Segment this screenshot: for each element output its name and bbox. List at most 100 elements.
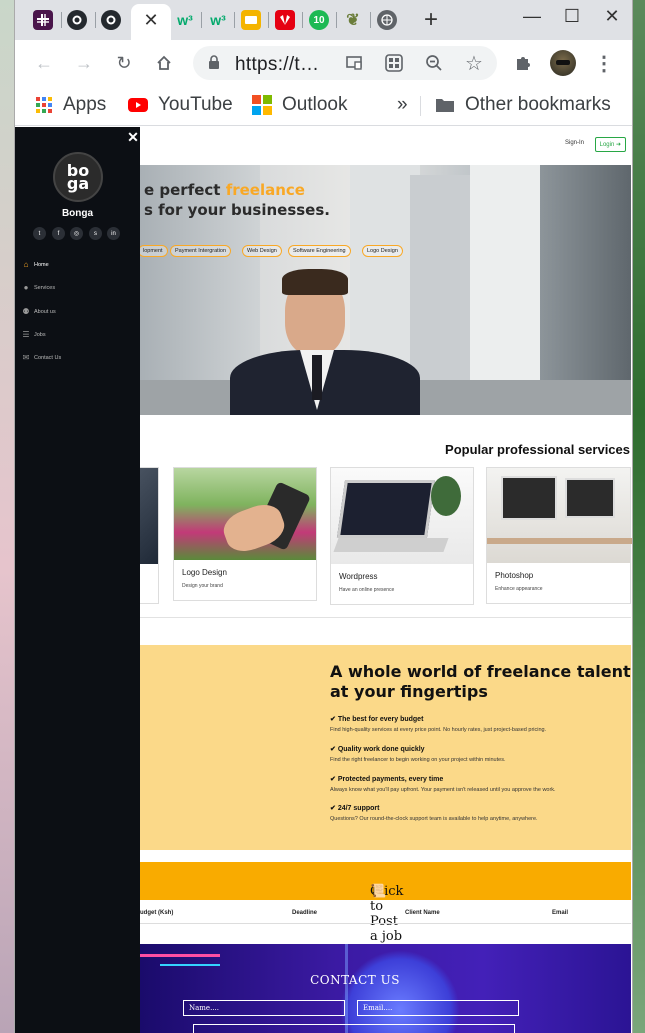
tab-w3schools-1[interactable]: w³ [171, 6, 199, 34]
arrow-left-icon: ← [35, 52, 53, 73]
tab-strip: ✕ w³ w³ 10 ❦ + — ☐ ✕ [15, 0, 632, 40]
service-card-subtitle: Have an online presence [339, 587, 395, 593]
service-card[interactable]: Photoshop Enhance appearance [486, 467, 632, 604]
bookmark-youtube[interactable]: YouTube [128, 92, 233, 118]
extensions-button[interactable] [510, 50, 536, 76]
cast-button[interactable] [341, 50, 367, 76]
contact-section: CONTACT US Name.... Email.... [140, 944, 631, 1033]
address-bar[interactable]: https://t… ☆ [193, 46, 497, 80]
browser-toolbar: ← → ↻ https://t… ☆ ⋮ [15, 40, 632, 86]
microsoft-icon [252, 95, 272, 115]
sidebar-item-contact[interactable]: ✉ Contact Us [21, 353, 62, 362]
chevron-double-right-icon: » [397, 94, 408, 115]
service-card-subtitle: Enhance appearance [495, 586, 543, 592]
w3schools-icon: w³ [177, 12, 193, 28]
sidebar-item-services[interactable]: ● Services [21, 283, 56, 292]
hero-tag[interactable]: lopment [140, 245, 168, 257]
facebook-icon[interactable]: f [52, 227, 65, 240]
service-card[interactable]: Logo Design Design your brand [173, 467, 317, 601]
service-card[interactable]: Wordpress Have an online presence [330, 467, 474, 605]
feature-item: ✔ The best for every budget Find high-qu… [330, 715, 620, 733]
bookmark-outlook[interactable]: Outlook [252, 92, 347, 118]
check-icon: ✔ [330, 746, 336, 753]
maximize-button[interactable]: ☐ [557, 6, 587, 27]
user-icon: ● [23, 283, 29, 292]
new-tab-button[interactable]: + [417, 6, 445, 34]
scroll-icon: 📜 [370, 884, 387, 899]
tab-close-button[interactable]: ✕ [137, 6, 165, 34]
reload-icon: ↻ [116, 52, 132, 73]
avatar [550, 50, 576, 76]
url-text: https://t… [235, 54, 320, 75]
feature-item: ✔ Quality work done quickly Find the rig… [330, 745, 620, 763]
tab-w3schools-2[interactable]: w³ [204, 6, 232, 34]
tab-ten[interactable]: 10 [305, 6, 333, 34]
tab-slack[interactable] [29, 6, 57, 34]
contact-title: CONTACT US [310, 973, 400, 987]
tab-slides[interactable] [237, 6, 265, 34]
email-input[interactable]: Email.... [357, 1000, 519, 1016]
slides-icon [241, 10, 261, 30]
brand-logo[interactable]: bo ga [53, 152, 103, 202]
column-header-email[interactable]: Email [552, 910, 568, 916]
column-header-budget[interactable]: udget (Ksh) [140, 910, 173, 916]
popular-services-title: Popular professional services [445, 442, 630, 457]
close-window-button[interactable]: ✕ [597, 6, 627, 27]
reload-button[interactable]: ↻ [111, 50, 137, 76]
sidebar-item-jobs[interactable]: ☰ Jobs [21, 330, 45, 339]
sidebar-item-about[interactable]: ⚉ About us [21, 307, 55, 316]
sidebar-close-button[interactable]: ✕ [126, 129, 140, 145]
feature-title: Quality work done quickly [337, 746, 425, 753]
tab-github-1[interactable] [63, 6, 91, 34]
signin-link[interactable]: Sign-In [565, 140, 584, 146]
login-button[interactable]: Login ➜ [594, 137, 626, 152]
lock-icon [209, 55, 219, 69]
name-input[interactable]: Name.... [183, 1000, 345, 1016]
close-icon: ✕ [604, 6, 620, 26]
check-icon: ✔ [330, 776, 336, 783]
column-header-deadline[interactable]: Deadline [292, 910, 317, 916]
brand-name: Bonga [61, 208, 94, 219]
bookmark-apps[interactable]: Apps [35, 92, 106, 118]
skype-icon[interactable]: s [89, 227, 102, 240]
cast-icon [346, 56, 362, 70]
qr-button[interactable] [381, 50, 407, 76]
profile-avatar[interactable] [550, 50, 576, 76]
jobs-table-header: udget (Ksh) Deadline Client Name Email [140, 904, 631, 924]
logo-text: bo ga [66, 161, 90, 193]
site-header: Sign-In Login ➜ [140, 127, 632, 163]
hero-tag[interactable]: Software Engineering [288, 245, 351, 257]
tab-huawei[interactable] [271, 6, 299, 34]
hero-tag[interactable]: Logo Design [362, 245, 403, 257]
zoom-out-icon [426, 55, 442, 71]
back-button[interactable]: ← [31, 50, 57, 76]
column-header-client[interactable]: Client Name [405, 910, 440, 916]
github-icon [67, 10, 87, 30]
talent-section: A whole world of freelance talent at your… [140, 645, 631, 850]
zoom-button[interactable] [421, 50, 447, 76]
minimize-button[interactable]: — [517, 6, 547, 27]
hero-tag[interactable]: Web Design [242, 245, 282, 257]
forward-button[interactable]: → [71, 50, 97, 76]
bookmark-star-button[interactable]: ☆ [461, 50, 487, 76]
bookmark-label: Outlook [282, 94, 348, 115]
minimize-icon: — [523, 6, 541, 26]
linkedin-icon[interactable]: in [107, 227, 120, 240]
hero-title-highlight: freelance [225, 181, 305, 199]
bookmark-other[interactable]: Other bookmarks [435, 92, 611, 118]
home-button[interactable] [151, 50, 177, 76]
puzzle-icon [517, 57, 530, 70]
menu-button[interactable]: ⋮ [591, 50, 617, 76]
instagram-icon[interactable]: ◎ [70, 227, 83, 240]
tab-tree[interactable]: ❦ [339, 6, 367, 34]
sidebar-item-home[interactable]: ⌂ Home [21, 260, 49, 269]
service-card-image [331, 468, 473, 564]
bookmarks-overflow-button[interactable]: » [397, 92, 408, 118]
tab-github-2[interactable] [97, 6, 125, 34]
tab-globe[interactable] [373, 6, 401, 34]
twitter-icon[interactable]: t [33, 227, 46, 240]
hero-tag[interactable]: Payment Intergration [170, 245, 232, 257]
check-icon: ✔ [330, 716, 336, 723]
post-job-banner[interactable]: ⬇ Click to Post a job 📜 [140, 862, 631, 944]
feature-description: Questions? Our round-the-clock support t… [330, 816, 538, 822]
